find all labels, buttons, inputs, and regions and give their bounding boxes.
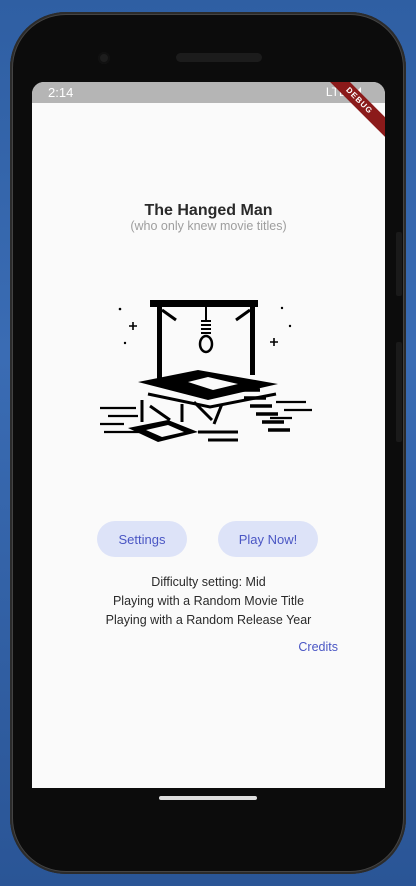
home-indicator[interactable]	[159, 796, 257, 800]
credits-link[interactable]: Credits	[298, 640, 338, 654]
status-time: 2:14	[48, 85, 74, 100]
settings-button[interactable]: Settings	[97, 521, 187, 557]
earpiece-speaker	[176, 53, 262, 62]
status-bar: 2:14 LTE	[32, 82, 385, 103]
volume-button	[396, 232, 402, 296]
page-subtitle: (who only knew movie titles)	[130, 219, 287, 233]
game-info: Difficulty setting: Mid Playing with a R…	[32, 573, 385, 630]
movie-title-mode-text: Playing with a Random Movie Title	[112, 594, 305, 608]
app-screen: 2:14 LTE DEBUG The Hanged Man (who only …	[32, 82, 385, 788]
play-now-button[interactable]: Play Now!	[218, 521, 318, 557]
front-camera	[98, 52, 110, 64]
power-button	[396, 342, 402, 442]
release-year-mode-text: Playing with a Random Release Year	[105, 613, 312, 627]
page-title: The Hanged Man	[144, 202, 273, 219]
gallows-icon	[100, 292, 312, 442]
difficulty-setting-text: Difficulty setting: Mid	[151, 575, 266, 589]
